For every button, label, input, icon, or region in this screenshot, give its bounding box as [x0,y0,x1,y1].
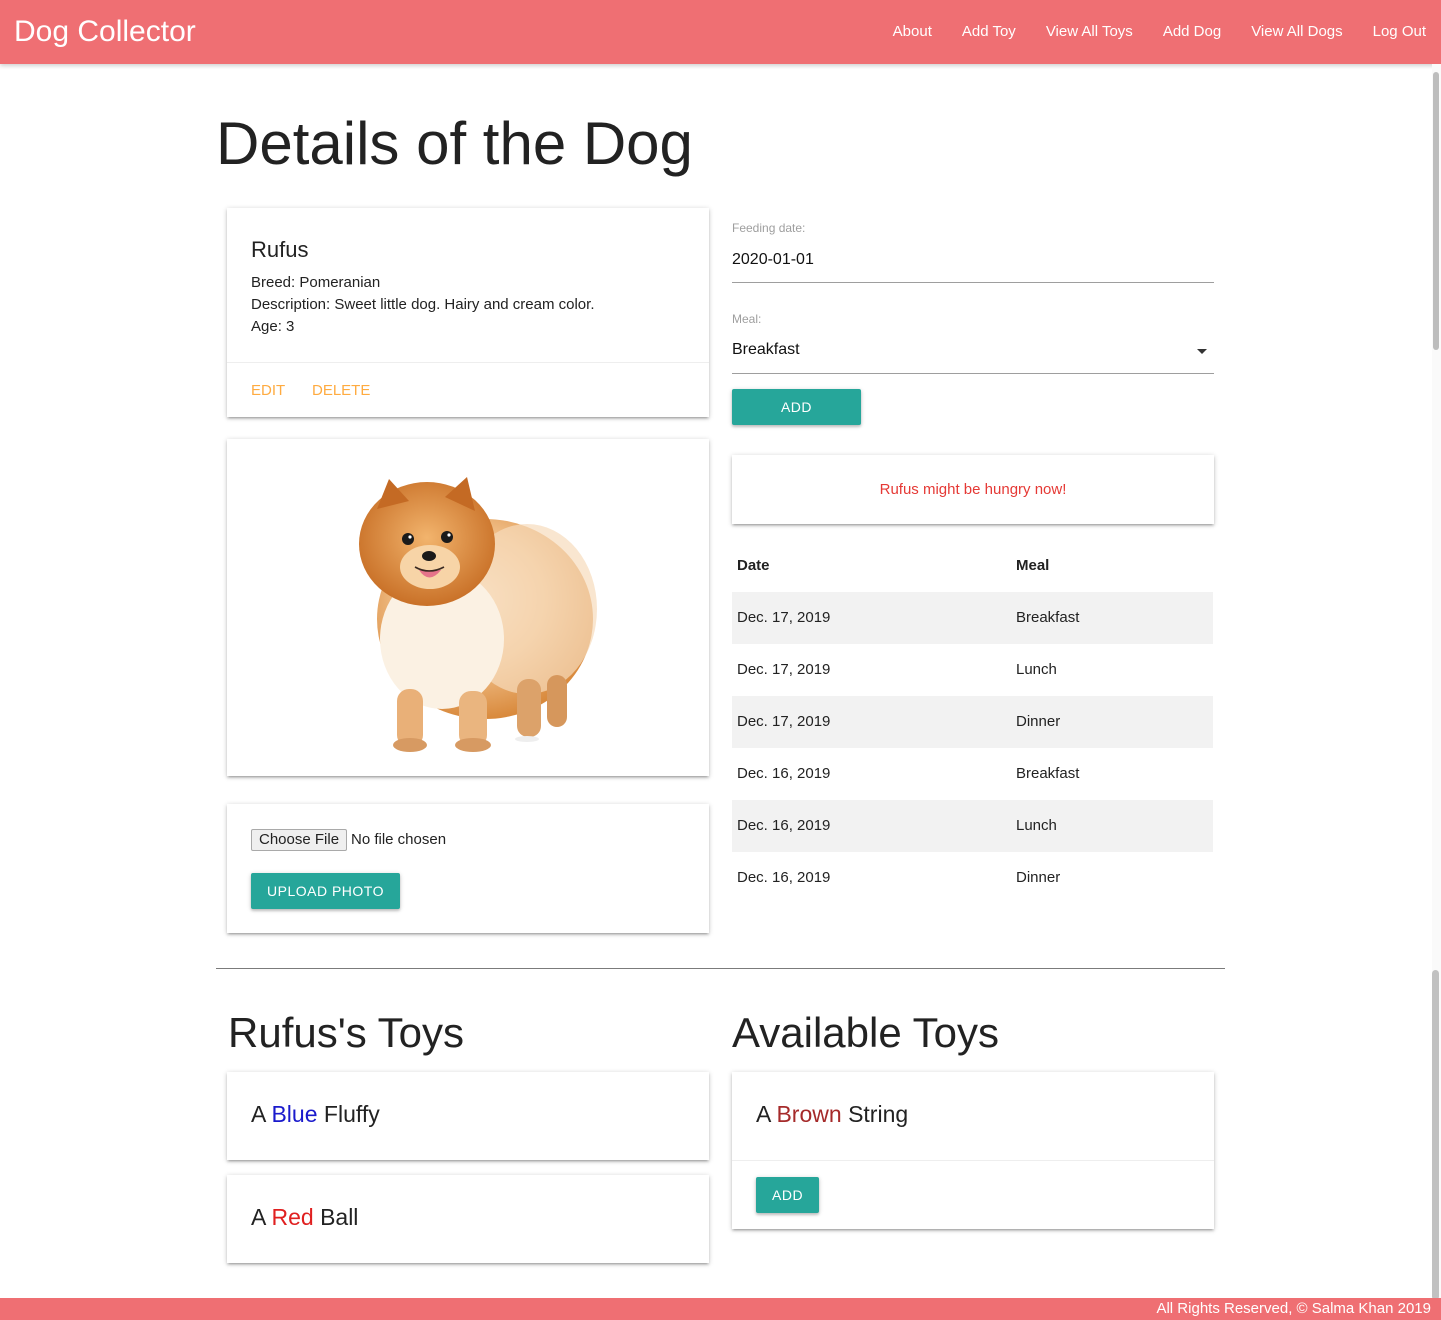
feeding-date-label: Feeding date: [732,221,806,235]
toy-name: String [848,1101,909,1127]
feeding-date: Dec. 17, 2019 [737,713,831,730]
column-header-meal: Meal [1016,557,1050,574]
toy-color: Blue [271,1101,318,1127]
toy-color: Red [271,1204,314,1230]
nav-link-log-out[interactable]: Log Out [1358,0,1441,64]
meal-label: Meal: [732,312,762,326]
feedings-table: Date Meal Dec. 17, 2019 Breakfast Dec. 1… [732,540,1213,904]
toy-prefix: A [756,1101,771,1127]
feeding-meal: Breakfast [1016,609,1080,626]
feeding-date-input[interactable]: 2020-01-01 [732,251,814,269]
feeding-meal: Lunch [1016,661,1057,678]
nav-link-add-dog[interactable]: Add Dog [1148,0,1236,64]
toy-prefix: A [251,1204,266,1230]
edit-link[interactable]: EDIT [251,382,285,399]
choose-file-button[interactable]: Choose File [251,829,348,851]
hungry-message: Rufus might be hungry now! [879,481,1067,498]
add-feeding-button[interactable]: ADD FEEDING [732,389,861,451]
card-divider [227,362,709,363]
page-title: Details of the Dog [216,110,693,177]
nav-link-add-toy[interactable]: Add Toy [947,0,1031,64]
toy-title: A Red Ball [251,1203,358,1231]
upload-card [227,804,709,933]
nav-link-view-all-dogs[interactable]: View All Dogs [1236,0,1357,64]
column-header-date: Date [737,557,770,574]
dog-description: Description: Sweet little dog. Hairy and… [251,296,595,313]
feeding-date: Dec. 17, 2019 [737,661,831,678]
feeding-meal: Dinner [1016,869,1061,886]
table-row: Dec. 17, 2019 Dinner [732,696,1213,748]
file-status-text: No file chosen [351,831,447,848]
table-row: Dec. 16, 2019 Breakfast [732,748,1213,800]
dog-toys-heading: Rufus's Toys [228,1009,465,1056]
feeding-date: Dec. 16, 2019 [737,869,831,886]
toy-prefix: A [251,1101,266,1127]
toy-color: Brown [776,1101,842,1127]
dog-photo-card [227,439,709,776]
feeding-meal: Dinner [1016,713,1061,730]
toy-card: A Red Ball [227,1175,709,1263]
dog-name: Rufus [251,237,309,262]
toy-title: A Blue Fluffy [251,1100,380,1128]
feeding-meal: Lunch [1016,817,1057,834]
table-row: Dec. 17, 2019 Breakfast [732,592,1213,644]
card-divider [732,1160,1214,1161]
table-row: Dec. 17, 2019 Lunch [732,644,1213,696]
dog-details-card: Rufus Breed: Pomeranian Description: Swe… [227,208,709,417]
meal-select[interactable]: Breakfast [732,341,800,359]
available-toys-heading: Available Toys [732,1009,999,1056]
footer: All Rights Reserved, © Salma Khan 2019 [0,1298,1441,1320]
dog-age: Age: 3 [251,318,295,335]
nav-link-view-all-toys[interactable]: View All Toys [1031,0,1148,64]
nav-link-about[interactable]: About [878,0,947,64]
page-scrollbar-thumb[interactable] [1433,72,1439,350]
upload-photo-button[interactable]: UPLOAD PHOTO [251,873,400,909]
table-header-row: Date Meal [732,540,1213,592]
secondary-scrollbar-thumb[interactable] [1432,970,1439,1300]
add-toy-button[interactable]: ADD [756,1177,820,1213]
chevron-down-icon[interactable] [1197,349,1207,354]
feeding-date: Dec. 16, 2019 [737,765,831,782]
feeding-status-card: Rufus might be hungry now! [732,455,1214,524]
feeding-date: Dec. 17, 2019 [737,609,831,626]
table-row: Dec. 16, 2019 Lunch [732,800,1213,852]
toy-title: A Brown String [756,1100,908,1128]
toy-name: Ball [320,1204,359,1230]
section-divider [216,968,1225,969]
feeding-date: Dec. 16, 2019 [737,817,831,834]
dog-breed: Breed: Pomeranian [251,274,381,291]
navbar: Dog Collector About Add Toy View All Toy… [0,0,1441,64]
feeding-meal: Breakfast [1016,765,1080,782]
table-row: Dec. 16, 2019 Dinner [732,852,1213,904]
available-toy-card: A Brown String ADD [732,1072,1214,1229]
toy-name: Fluffy [323,1101,380,1127]
nav-links: About Add Toy View All Toys Add Dog View… [878,0,1441,64]
meal-underline [732,373,1214,374]
toy-card: A Blue Fluffy [227,1072,709,1160]
brand-logo[interactable]: Dog Collector [14,14,196,50]
delete-link[interactable]: DELETE [312,382,370,399]
feeding-date-underline [732,282,1214,283]
dog-photo [359,477,597,752]
